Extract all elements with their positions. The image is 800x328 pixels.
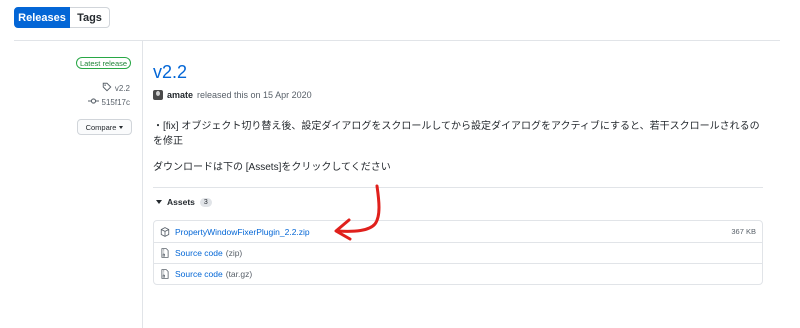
assets-toggle[interactable]: Assets 3 xyxy=(156,197,212,207)
latest-release-badge: Latest release xyxy=(76,57,131,69)
avatar[interactable] xyxy=(153,90,163,100)
top-divider xyxy=(14,40,780,41)
commit-icon xyxy=(87,97,99,107)
asset-link[interactable]: Source code xyxy=(175,248,223,258)
release-byline: amate released this on 15 Apr 2020 xyxy=(153,90,312,100)
commit-label: 515f17c xyxy=(101,97,130,107)
package-icon xyxy=(160,226,170,237)
release-date-text: released this on 15 Apr 2020 xyxy=(197,90,312,100)
release-note-fix: ・[fix] オブジェクト切り替え後、設定ダイアログをスクロールしてから設定ダイ… xyxy=(153,121,760,147)
assets-divider xyxy=(153,187,763,188)
tab-tags[interactable]: Tags xyxy=(70,7,110,28)
release-note-download: ダウンロードは下の [Assets]をクリックしてください xyxy=(153,162,391,173)
release-title[interactable]: v2.2 xyxy=(153,62,187,83)
assets-count: 3 xyxy=(199,197,212,207)
asset-size: 367 KB xyxy=(731,227,756,236)
asset-row: Source code (tar.gz) xyxy=(154,263,762,284)
tag-label: v2.2 xyxy=(114,83,130,93)
compare-label: Compare xyxy=(85,122,117,132)
tab-releases[interactable]: Releases xyxy=(14,7,70,28)
asset-row: PropertyWindowFixerPlugin_2.2.zip 367 KB xyxy=(154,221,762,242)
asset-suffix: (tar.gz) xyxy=(225,269,253,279)
asset-suffix: (zip) xyxy=(225,248,243,258)
annotation-arrow-icon xyxy=(334,184,381,241)
asset-list: PropertyWindowFixerPlugin_2.2.zip 367 KB… xyxy=(153,220,763,285)
asset-link[interactable]: PropertyWindowFixerPlugin_2.2.zip xyxy=(175,227,310,237)
author-link[interactable]: amate xyxy=(167,90,193,100)
file-zip-icon xyxy=(160,269,170,279)
file-zip-icon xyxy=(160,248,170,258)
release-tabs: Releases Tags xyxy=(14,7,110,28)
assets-heading: Assets xyxy=(167,197,195,207)
release-tag[interactable]: v2.2 xyxy=(102,82,130,94)
release-commit[interactable]: 515f17c xyxy=(87,97,130,107)
tag-icon xyxy=(102,82,112,94)
timeline-divider xyxy=(142,40,143,328)
asset-row: Source code (zip) xyxy=(154,242,762,263)
chevron-down-icon xyxy=(119,125,124,129)
triangle-down-icon xyxy=(156,200,162,204)
asset-link[interactable]: Source code xyxy=(175,269,223,279)
compare-button[interactable]: Compare xyxy=(77,119,132,135)
